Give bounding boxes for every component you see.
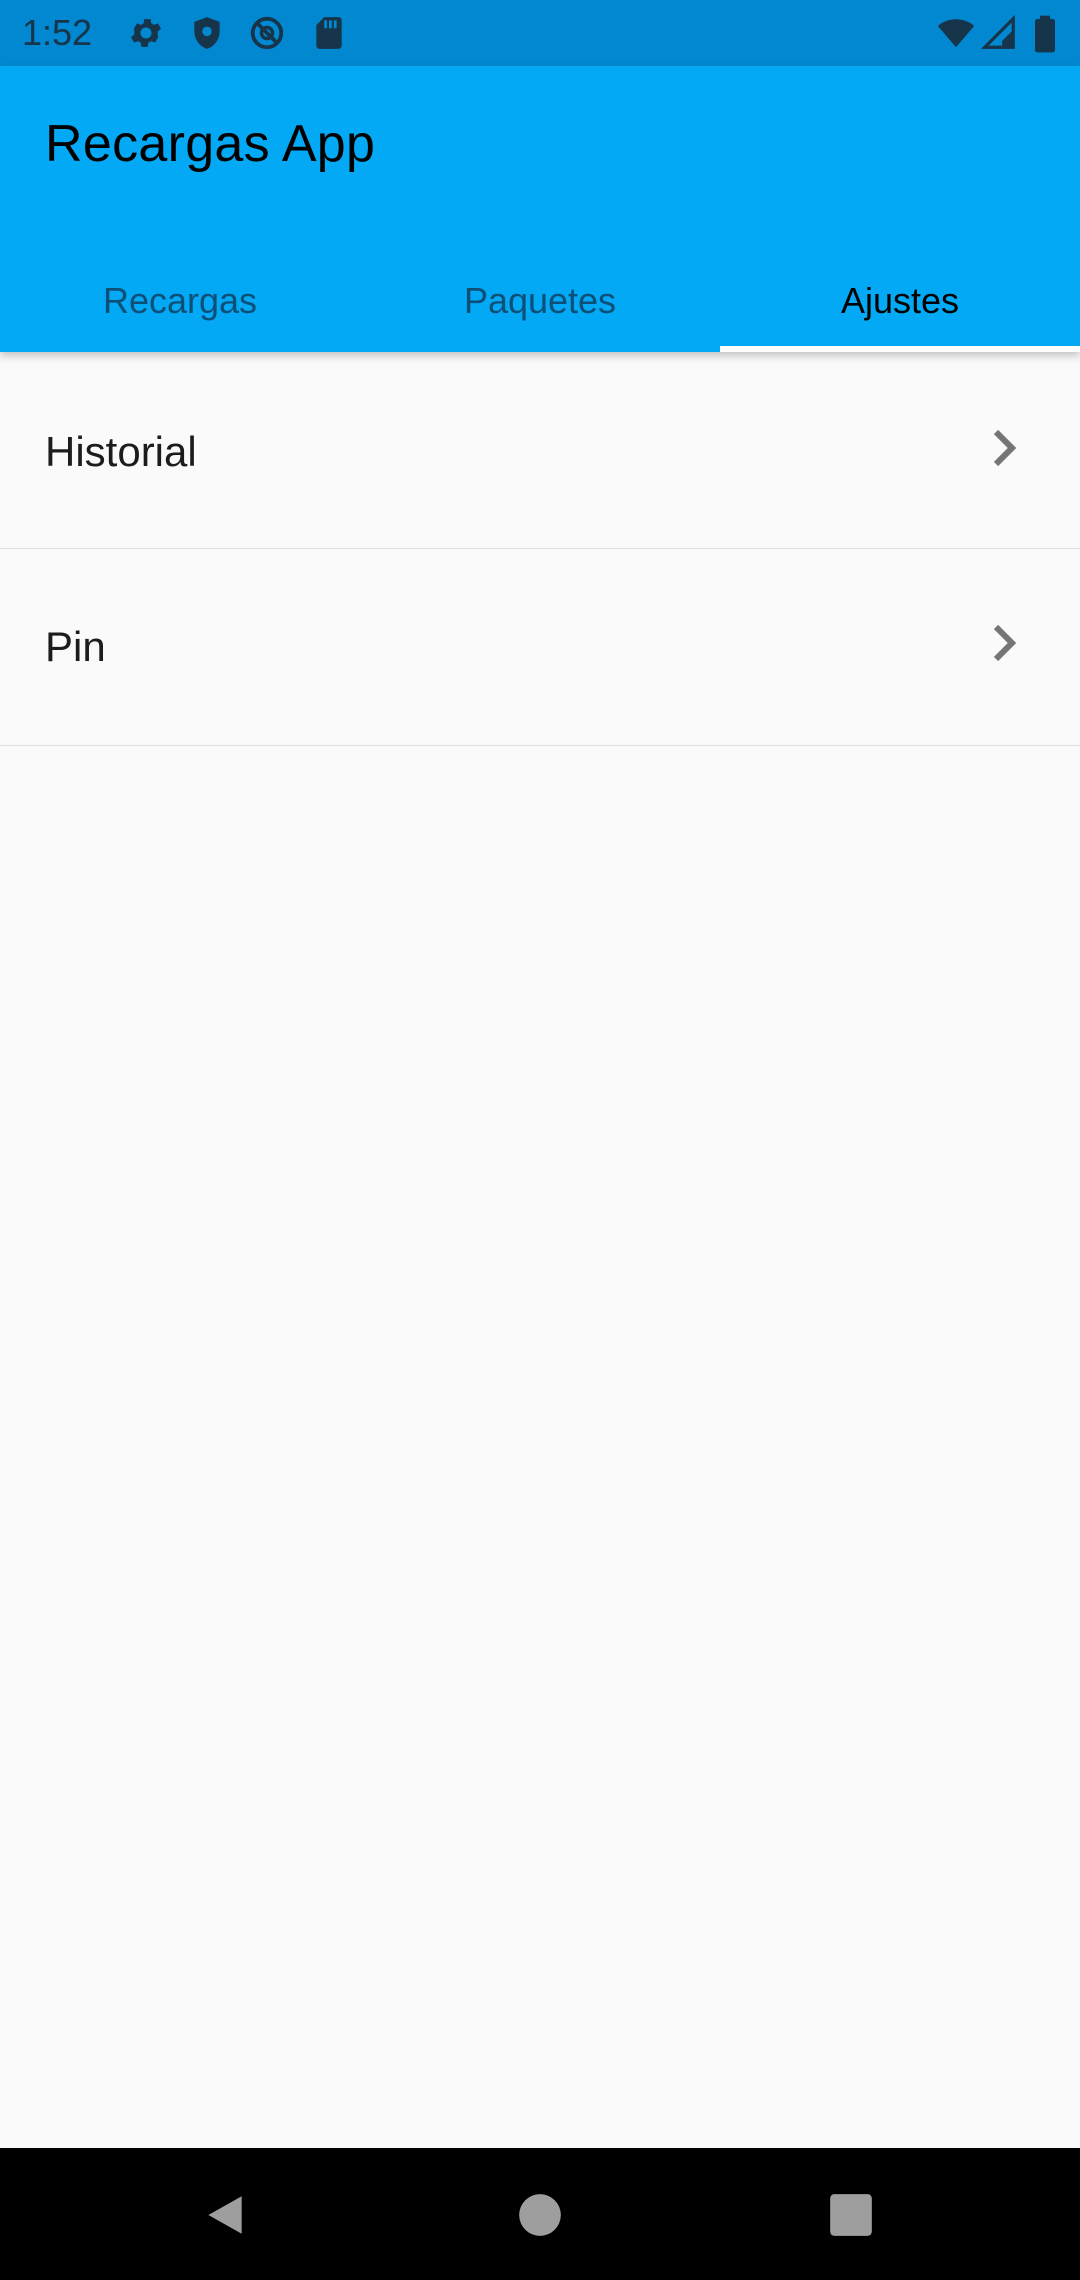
tab-recargas[interactable]: Recargas xyxy=(0,250,360,352)
list-item-pin[interactable]: Pin xyxy=(0,549,1080,746)
app-bar: Recargas App Recargas Paquetes Ajustes xyxy=(0,66,1080,352)
at-sign-icon xyxy=(250,16,284,50)
settings-list: Historial Pin xyxy=(0,352,1080,746)
tab-label: Paquetes xyxy=(463,280,617,321)
status-bar: 1:52 xyxy=(0,0,1080,66)
battery-icon xyxy=(1035,15,1055,53)
app-title: Recargas App xyxy=(45,115,376,173)
back-icon[interactable] xyxy=(200,2190,250,2240)
list-item-label: Historial xyxy=(45,428,197,475)
tab-ajustes[interactable]: Ajustes xyxy=(720,250,1080,352)
gear-icon xyxy=(130,19,162,47)
list-item-historial[interactable]: Historial xyxy=(0,352,1080,549)
tab-bar: Recargas Paquetes Ajustes xyxy=(0,250,1080,352)
tab-label: Recargas xyxy=(102,280,258,321)
chevron-right-icon xyxy=(993,624,1017,662)
tab-label: Ajustes xyxy=(840,280,960,321)
status-time: 1:52 xyxy=(22,12,93,53)
chevron-right-icon xyxy=(993,429,1017,467)
cell-signal-icon xyxy=(980,14,1015,49)
recents-icon[interactable] xyxy=(826,2190,876,2240)
tab-paquetes[interactable]: Paquetes xyxy=(360,250,720,352)
sd-card-icon xyxy=(316,17,342,49)
active-tab-indicator xyxy=(720,346,1080,352)
wifi-icon xyxy=(937,19,975,48)
home-icon[interactable] xyxy=(515,2190,565,2240)
navigation-bar xyxy=(0,2148,1080,2280)
list-item-label: Pin xyxy=(45,623,106,670)
shield-icon xyxy=(194,17,220,49)
